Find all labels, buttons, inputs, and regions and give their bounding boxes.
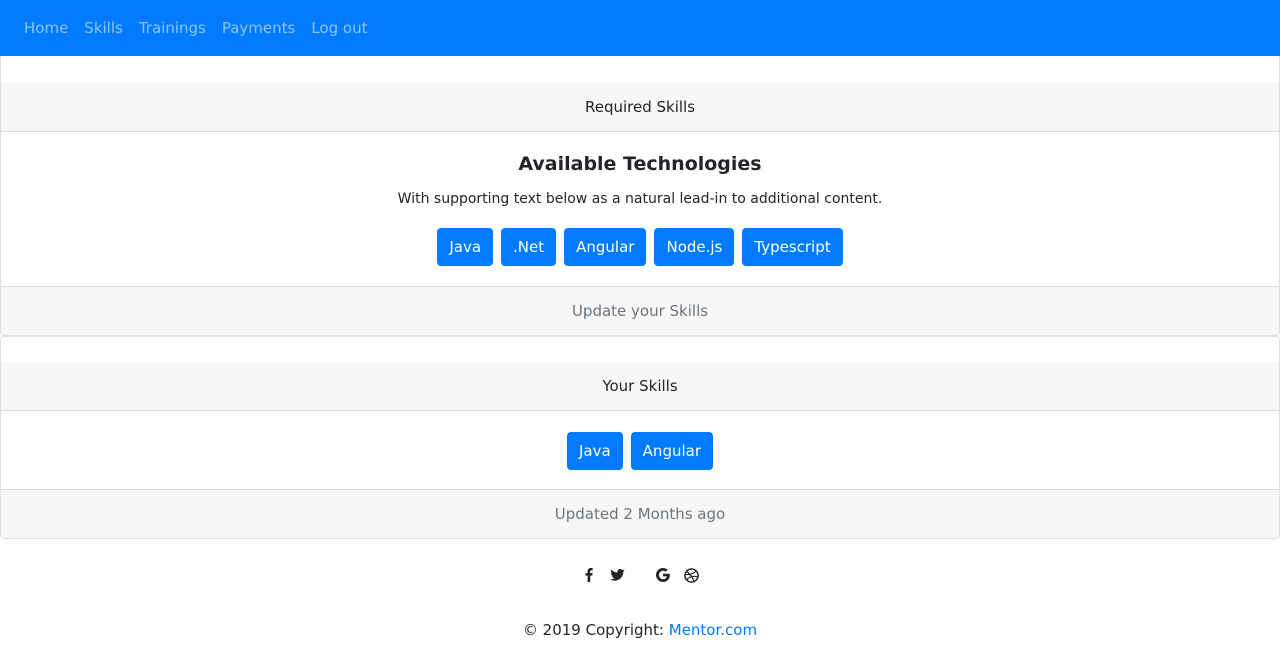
required-skills-card: Required Skills Available Technologies W… [0, 56, 1280, 336]
required-skills-header: Required Skills [1, 83, 1279, 132]
tech-java-button[interactable]: Java [437, 228, 494, 266]
tech-nodejs-button[interactable]: Node.js [654, 228, 735, 266]
your-skill-buttons: Java Angular [1, 432, 1279, 470]
copyright-text: © 2019 Copyright: [522, 621, 664, 639]
nav-home[interactable]: Home [16, 0, 76, 56]
top-navbar: Home Skills Trainings Payments Log out [0, 0, 1280, 56]
update-skills-footer[interactable]: Update your Skills [1, 286, 1279, 335]
your-skills-card: Your Skills Java Angular Updated 2 Month… [0, 336, 1280, 539]
nav-skills[interactable]: Skills [76, 0, 131, 56]
copyright-footer: © 2019 Copyright: Mentor.com [0, 621, 1280, 639]
facebook-icon[interactable] [577, 563, 601, 587]
twitter-icon[interactable] [605, 563, 629, 587]
nav-logout[interactable]: Log out [303, 0, 375, 56]
google-icon[interactable] [651, 563, 675, 587]
tech-typescript-button[interactable]: Typescript [742, 228, 843, 266]
nav-trainings[interactable]: Trainings [131, 0, 214, 56]
skill-java-button[interactable]: Java [566, 432, 623, 470]
tech-dotnet-button[interactable]: .Net [501, 228, 557, 266]
your-skills-header: Your Skills [1, 362, 1279, 411]
dribbble-icon[interactable] [679, 563, 703, 587]
updated-footer: Updated 2 Months ago [1, 489, 1279, 538]
skill-angular-button[interactable]: Angular [630, 432, 713, 470]
tech-angular-button[interactable]: Angular [564, 228, 647, 266]
mentor-link[interactable]: Mentor.com [669, 621, 757, 639]
available-technologies-title: Available Technologies [518, 153, 762, 175]
available-technologies-text: With supporting text below as a natural … [397, 191, 883, 207]
social-links [0, 563, 1280, 587]
nav-payments[interactable]: Payments [214, 0, 303, 56]
technology-buttons: Java .Net Angular Node.js Typescript [1, 228, 1279, 266]
